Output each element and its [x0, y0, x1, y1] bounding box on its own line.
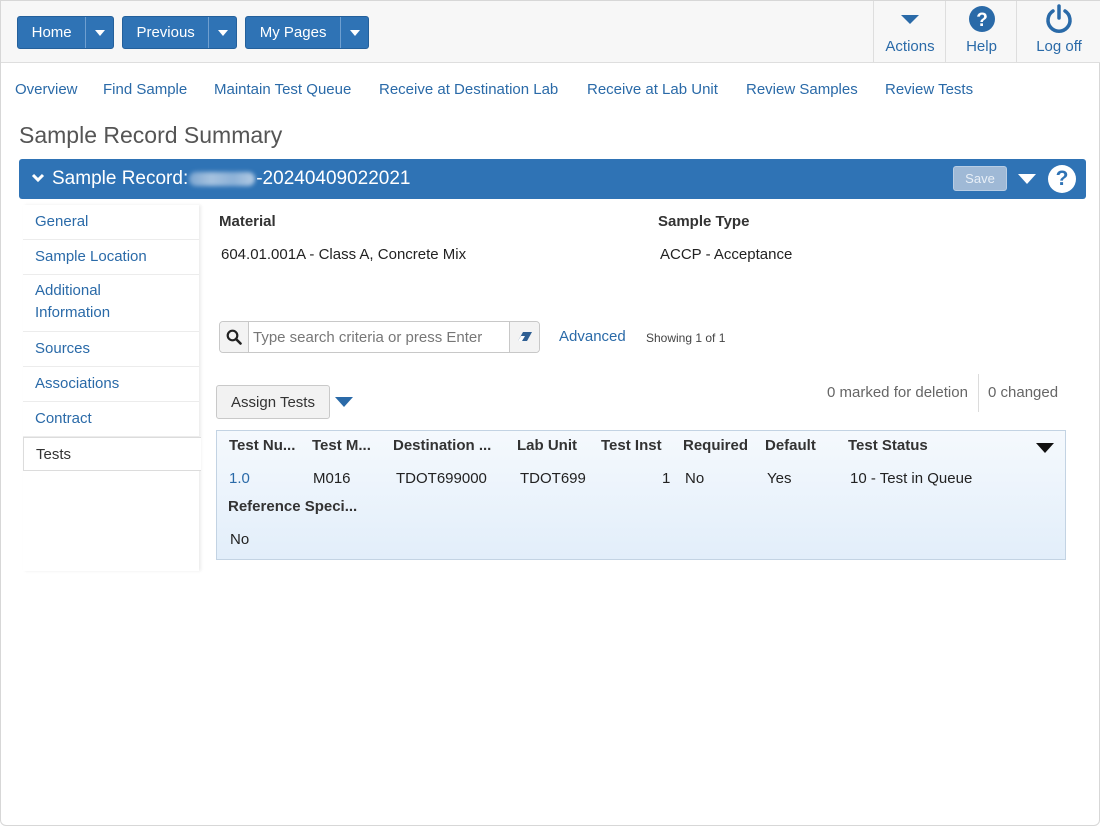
count-divider [978, 374, 979, 412]
actions-menu[interactable]: Actions [873, 1, 946, 63]
sample-record-header: Sample Record: -20240409022021 Save ? [19, 159, 1086, 199]
sidebar-item-tests[interactable]: Tests [23, 437, 201, 471]
home-dropdown-icon[interactable] [85, 17, 113, 48]
column-header-required[interactable]: Required [683, 437, 748, 454]
top-bar: Home Previous My Pages Actions ? Help Lo… [1, 1, 1100, 63]
actions-label: Actions [885, 38, 935, 55]
cell-default: Yes [767, 470, 792, 487]
cell-destination: TDOT699000 [396, 470, 487, 487]
collapse-chevron-icon[interactable] [31, 171, 45, 189]
reference-spec-value: No [230, 531, 250, 548]
my-pages-dropdown-icon[interactable] [340, 17, 368, 48]
power-icon [1045, 1, 1073, 37]
header-menu-caret-icon[interactable] [1018, 174, 1036, 184]
save-button[interactable]: Save [953, 166, 1007, 191]
column-header-test-inst[interactable]: Test Inst [601, 437, 662, 454]
sidebar-item-sample-location[interactable]: Sample Location [23, 240, 199, 275]
previous-button[interactable]: Previous [122, 16, 237, 49]
sidebar-item-contract[interactable]: Contract [23, 402, 199, 437]
sidebar-item-associations[interactable]: Associations [23, 367, 199, 402]
my-pages-button-label: My Pages [259, 24, 327, 41]
nav-link-receive-destination-lab[interactable]: Receive at Destination Lab [379, 81, 558, 98]
column-header-test-number[interactable]: Test Nu... [229, 437, 295, 454]
column-header-test-status[interactable]: Test Status [848, 437, 928, 454]
marked-deletion-count: 0 marked for deletion [827, 384, 968, 401]
grid-options-caret-icon[interactable] [1036, 443, 1054, 453]
search-icon[interactable] [220, 322, 249, 352]
nav-link-receive-lab-unit[interactable]: Receive at Lab Unit [587, 81, 718, 98]
cell-lab-unit: TDOT699 [520, 470, 586, 487]
cell-test-inst: 1 [662, 470, 671, 487]
nav-link-review-samples[interactable]: Review Samples [746, 81, 858, 98]
cell-test-status: 10 - Test in Queue [850, 470, 973, 487]
previous-dropdown-icon[interactable] [208, 17, 236, 48]
search-input[interactable] [253, 327, 503, 347]
nav-link-review-tests[interactable]: Review Tests [885, 81, 973, 98]
advanced-search-link[interactable]: Advanced [559, 328, 626, 345]
sample-record-prefix: Sample Record: [52, 168, 189, 189]
sidebar-item-additional-information[interactable]: Additional Information [23, 275, 199, 332]
my-pages-button[interactable]: My Pages [245, 16, 369, 49]
help-label: Help [966, 38, 997, 55]
header-help-icon[interactable]: ? [1048, 165, 1076, 193]
home-button[interactable]: Home [17, 16, 114, 49]
cell-test-number-link[interactable]: 1.0 [229, 470, 250, 487]
tests-grid: Test Nu... Test M... Destination ... Lab… [216, 430, 1066, 560]
logoff-menu[interactable]: Log off [1016, 1, 1100, 63]
material-value: 604.01.001A - Class A, Concrete Mix [221, 246, 467, 263]
sample-record-title: Sample Record: -20240409022021 [52, 168, 411, 190]
sample-type-value: ACCP - Acceptance [660, 246, 793, 263]
column-header-lab-unit[interactable]: Lab Unit [517, 437, 577, 454]
cell-required: No [685, 470, 705, 487]
nav-link-find-sample[interactable]: Find Sample [103, 81, 187, 98]
caret-down-icon [901, 1, 919, 37]
column-header-destination[interactable]: Destination ... [393, 437, 491, 454]
sidebar: General Sample Location Additional Infor… [23, 205, 201, 571]
sample-record-id: -20240409022021 [256, 168, 411, 189]
sidebar-item-general[interactable]: General [23, 205, 199, 240]
sample-type-label: Sample Type [658, 213, 750, 230]
home-button-label: Home [31, 24, 72, 41]
changed-count: 0 changed [988, 384, 1059, 401]
app-frame: Home Previous My Pages Actions ? Help Lo… [0, 0, 1100, 826]
cell-test-method: M016 [313, 470, 351, 487]
material-label: Material [219, 213, 276, 230]
reference-spec-label: Reference Speci... [228, 498, 358, 515]
column-header-test-method[interactable]: Test M... [312, 437, 371, 454]
search-box [219, 321, 540, 353]
help-menu[interactable]: ? Help [945, 1, 1017, 63]
nav-link-overview[interactable]: Overview [15, 81, 78, 98]
assign-tests-button[interactable]: Assign Tests [216, 385, 330, 419]
sidebar-item-sources[interactable]: Sources [23, 332, 199, 367]
showing-count: Showing 1 of 1 [646, 331, 726, 345]
previous-button-label: Previous [136, 24, 195, 41]
nav-link-maintain-test-queue[interactable]: Maintain Test Queue [214, 81, 351, 98]
logoff-label: Log off [1036, 38, 1082, 55]
assign-tests-dropdown-icon[interactable] [335, 397, 353, 407]
column-header-default[interactable]: Default [765, 437, 816, 454]
page-title: Sample Record Summary [19, 122, 283, 148]
eraser-icon[interactable] [509, 322, 539, 352]
help-circle-icon: ? [968, 1, 996, 37]
redacted-id [189, 171, 256, 186]
svg-text:?: ? [976, 10, 988, 31]
